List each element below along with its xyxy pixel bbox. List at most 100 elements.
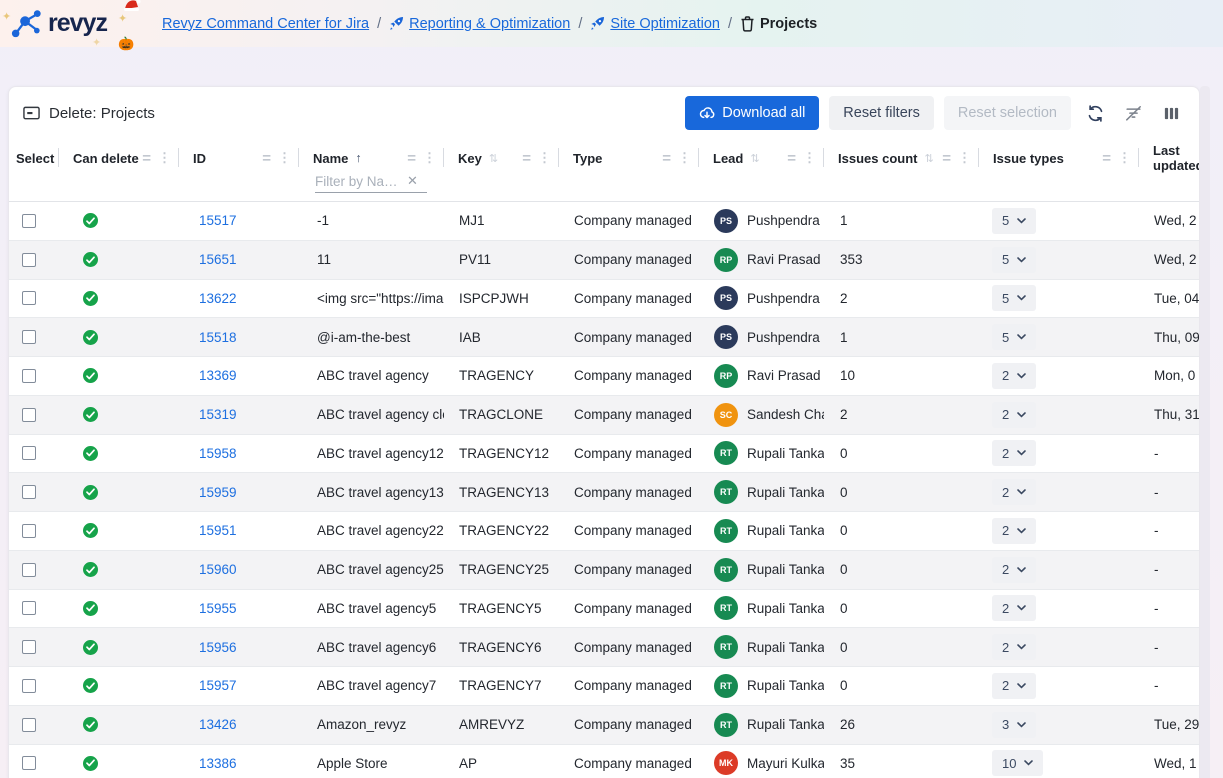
issue-types-dropdown[interactable]: 2 xyxy=(992,673,1036,699)
column-menu-icon[interactable]: ⋮ xyxy=(678,150,691,166)
chevron-down-icon xyxy=(1017,605,1026,611)
column-header-key[interactable]: Key ⇅ = ⋮ xyxy=(444,143,559,173)
column-menu-icon[interactable]: ⋮ xyxy=(423,150,436,166)
project-key: TRAGENCY13 xyxy=(444,485,559,500)
breadcrumb-link-command-center[interactable]: Revyz Command Center for Jira xyxy=(162,16,369,32)
column-menu-icon[interactable]: ⋮ xyxy=(958,150,971,166)
issue-types-dropdown[interactable]: 5 xyxy=(992,324,1036,350)
row-checkbox[interactable] xyxy=(22,679,36,693)
issues-count-value: 10 xyxy=(824,368,979,383)
project-id-link[interactable]: 13386 xyxy=(199,756,237,771)
column-header-id[interactable]: ID = ⋮ xyxy=(179,143,299,173)
reset-filters-button[interactable]: Reset filters xyxy=(829,96,934,130)
clear-filter-icon[interactable]: ✕ xyxy=(407,173,418,189)
issue-types-dropdown[interactable]: 10 xyxy=(992,750,1043,776)
sort-ascending-icon[interactable]: ↑ xyxy=(355,151,361,165)
project-id-link[interactable]: 15319 xyxy=(199,407,237,422)
row-checkbox[interactable] xyxy=(22,446,36,460)
download-all-button[interactable]: Download all xyxy=(685,96,819,130)
project-id-link[interactable]: 15958 xyxy=(199,446,237,461)
column-header-name[interactable]: Name ↑ = ⋮ xyxy=(299,143,444,173)
project-id-link[interactable]: 15955 xyxy=(199,601,237,616)
column-menu-icon[interactable]: ⋮ xyxy=(538,150,551,166)
row-checkbox[interactable] xyxy=(22,330,36,344)
chevron-down-icon xyxy=(1017,257,1026,263)
drag-handle-icon[interactable]: = xyxy=(522,150,530,167)
project-id-link[interactable]: 15957 xyxy=(199,678,237,693)
project-id-link[interactable]: 15517 xyxy=(199,213,237,228)
name-filter-input[interactable] xyxy=(315,174,403,189)
project-id-link[interactable]: 15960 xyxy=(199,562,237,577)
issue-types-dropdown[interactable]: 5 xyxy=(992,285,1036,311)
drag-handle-icon[interactable]: = xyxy=(262,150,270,167)
reset-selection-button[interactable]: Reset selection xyxy=(944,96,1071,130)
row-checkbox[interactable] xyxy=(22,756,36,770)
issue-types-dropdown[interactable]: 2 xyxy=(992,363,1036,389)
issue-types-dropdown[interactable]: 3 xyxy=(992,712,1036,738)
drag-handle-icon[interactable]: = xyxy=(662,150,670,167)
column-menu-icon[interactable]: ⋮ xyxy=(803,150,816,166)
breadcrumb-link-reporting-optimization[interactable]: Reporting & Optimization xyxy=(409,16,570,32)
project-id-link[interactable]: 13622 xyxy=(199,291,237,306)
issue-types-dropdown[interactable]: 5 xyxy=(992,247,1036,273)
project-type: Company managed xyxy=(559,717,699,732)
drag-handle-icon[interactable]: = xyxy=(942,150,950,167)
row-checkbox[interactable] xyxy=(22,524,36,538)
column-header-can-delete[interactable]: Can delete = ⋮ xyxy=(59,143,179,173)
sort-icon[interactable]: ⇅ xyxy=(924,152,933,165)
breadcrumb-link-site-optimization[interactable]: Site Optimization xyxy=(610,16,720,32)
column-header-issue-types[interactable]: Issue types = ⋮ xyxy=(979,143,1139,173)
row-checkbox[interactable] xyxy=(22,485,36,499)
column-menu-icon[interactable]: ⋮ xyxy=(278,150,291,166)
drag-handle-icon[interactable]: = xyxy=(787,150,795,167)
project-name: ABC travel agency12 xyxy=(299,446,444,461)
drag-handle-icon[interactable]: = xyxy=(407,150,415,167)
column-header-issues-count[interactable]: Issues count ⇅ = ⋮ xyxy=(824,143,979,173)
drag-handle-icon[interactable]: = xyxy=(1102,150,1110,167)
issue-types-dropdown[interactable]: 5 xyxy=(992,208,1036,234)
project-id-link[interactable]: 15956 xyxy=(199,640,237,655)
lead-name: Mayuri Kulkarni xyxy=(747,756,824,771)
issue-types-dropdown[interactable]: 2 xyxy=(992,479,1036,505)
clear-filters-button[interactable] xyxy=(1119,98,1147,128)
drag-handle-icon[interactable]: = xyxy=(142,150,150,167)
column-header-lead[interactable]: Lead ⇅ = ⋮ xyxy=(699,143,824,173)
issues-count-value: 0 xyxy=(824,523,979,538)
issues-count-value: 1 xyxy=(824,330,979,345)
row-checkbox[interactable] xyxy=(22,563,36,577)
issue-types-dropdown[interactable]: 2 xyxy=(992,595,1036,621)
column-menu-icon[interactable]: ⋮ xyxy=(158,150,171,166)
row-checkbox[interactable] xyxy=(22,369,36,383)
row-checkbox[interactable] xyxy=(22,601,36,615)
vertical-scrollbar[interactable] xyxy=(1200,86,1210,778)
project-id-link[interactable]: 15959 xyxy=(199,485,237,500)
project-id-link[interactable]: 15518 xyxy=(199,330,237,345)
can-delete-check-icon xyxy=(83,717,98,732)
project-id-link[interactable]: 13369 xyxy=(199,368,237,383)
row-checkbox[interactable] xyxy=(22,253,36,267)
project-id-link[interactable]: 15651 xyxy=(199,252,237,267)
sort-icon[interactable]: ⇅ xyxy=(489,152,498,165)
project-lead: RT Rupali Tankar xyxy=(699,713,824,737)
row-checkbox[interactable] xyxy=(22,640,36,654)
column-settings-button[interactable] xyxy=(1157,98,1185,128)
row-checkbox[interactable] xyxy=(22,408,36,422)
project-id-link[interactable]: 15951 xyxy=(199,523,237,538)
row-checkbox[interactable] xyxy=(22,718,36,732)
project-key: TRAGENCY5 xyxy=(444,601,559,616)
issue-types-dropdown[interactable]: 2 xyxy=(992,440,1036,466)
row-checkbox[interactable] xyxy=(22,214,36,228)
table-row: 15959 ABC travel agency13 TRAGENCY13 Com… xyxy=(9,473,1199,512)
project-id-link[interactable]: 13426 xyxy=(199,717,237,732)
row-checkbox[interactable] xyxy=(22,291,36,305)
column-header-type[interactable]: Type = ⋮ xyxy=(559,143,699,173)
refresh-button[interactable] xyxy=(1081,98,1109,128)
issue-types-dropdown[interactable]: 2 xyxy=(992,557,1036,583)
sort-icon[interactable]: ⇅ xyxy=(750,152,759,165)
issue-types-dropdown[interactable]: 2 xyxy=(992,402,1036,428)
lead-name: Rupali Tankar xyxy=(747,523,824,538)
chevron-down-icon xyxy=(1024,760,1033,766)
issue-types-dropdown[interactable]: 2 xyxy=(992,518,1036,544)
issue-types-dropdown[interactable]: 2 xyxy=(992,634,1036,660)
column-menu-icon[interactable]: ⋮ xyxy=(1118,150,1131,166)
